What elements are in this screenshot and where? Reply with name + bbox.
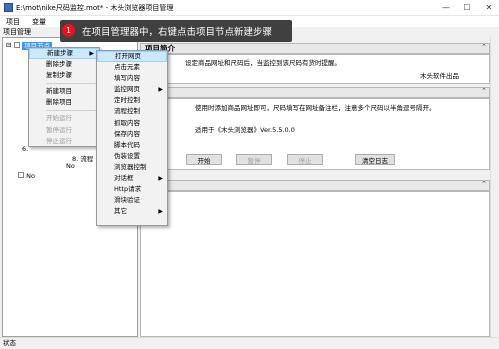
menu-separator xyxy=(46,83,97,85)
annotation-text: 在项目管理器中，右键点击项目节点新建步骤 xyxy=(82,27,273,38)
annotation-number: 1 xyxy=(62,24,75,37)
menu-pause-run[interactable]: 暂停运行 xyxy=(29,125,99,136)
submenu-open-page[interactable]: 打开网页 xyxy=(97,51,167,63)
project-intro-header: 项目简介 xyxy=(140,43,490,54)
app-icon xyxy=(4,3,13,12)
project-intro-author: 木头软件出品 xyxy=(420,72,459,80)
menu-new-step[interactable]: 新建步骤 ▶ xyxy=(29,48,99,60)
submenu-script-code[interactable]: 脚本代码 xyxy=(97,140,167,151)
submenu-scrape-content[interactable]: 抓取内容 xyxy=(97,118,167,129)
project-desc-header: 说明 xyxy=(140,87,490,98)
collapse-desc-button[interactable]: ⌃ xyxy=(481,87,487,95)
submenu-arrow-icon: ▶ xyxy=(158,86,163,94)
submenu-timer-control[interactable]: 定时控制 xyxy=(97,95,167,106)
clear-log-button[interactable]: 清空日志 xyxy=(355,154,395,165)
menu-delete-step[interactable]: 删除步骤 xyxy=(29,59,99,70)
tree-node-bottom-label[interactable]: No xyxy=(26,172,35,180)
submenu-other-label: 其它 xyxy=(114,207,127,216)
main-scrollbar[interactable] xyxy=(490,37,499,337)
start-button[interactable]: 开始 xyxy=(186,154,222,165)
submenu-click-element[interactable]: 点击元素 xyxy=(97,62,167,73)
project-version-text: 适用于《木头浏览器》Ver.5.5.0.0 xyxy=(195,126,295,134)
submenu-monitor-label: 监控网页 xyxy=(114,85,140,94)
menu-separator xyxy=(46,110,97,112)
submenu-dialog[interactable]: 对话框 ▶ xyxy=(97,173,167,184)
tree-node-no[interactable]: No xyxy=(66,162,75,170)
tree-node-checkbox[interactable] xyxy=(18,172,24,178)
submenu-browser-control[interactable]: 浏览器控制 xyxy=(97,162,167,173)
window-title: E:\mot\nike尺码监控.mot* - 木头浏览器项目管理 xyxy=(16,4,174,12)
menu-variable[interactable]: 变量 xyxy=(32,17,46,27)
menu-delete-project[interactable]: 删除项目 xyxy=(29,97,99,108)
tree-node-8[interactable]: 8. 流程 xyxy=(72,153,93,163)
status-bar: 状态 xyxy=(0,337,499,349)
menu-new-step-label: 新建步骤 xyxy=(47,49,73,57)
log-header: 日志 xyxy=(140,180,490,191)
maximize-button[interactable]: ☐ xyxy=(458,0,476,14)
menu-start-run[interactable]: 开始运行 xyxy=(29,113,99,124)
tree-context-menu: 新建步骤 ▶ 删除步骤 复制步骤 新建项目 删除项目 开始运行 暂停运行 停止运行 xyxy=(28,47,100,147)
submenu-disguise-settings[interactable]: 伪装设置 xyxy=(97,151,167,162)
submenu-arrow-icon: ▶ xyxy=(158,175,163,183)
submenu-dialog-label: 对话框 xyxy=(114,174,134,183)
submenu-http-request[interactable]: Http请求 xyxy=(97,184,167,195)
submenu-save-content[interactable]: 保存内容 xyxy=(97,129,167,140)
submenu-arrow-icon: ▶ xyxy=(89,50,94,57)
log-area[interactable] xyxy=(140,191,490,337)
tree-expander-icon[interactable]: ⊟ xyxy=(6,41,11,49)
pause-button[interactable]: 暂停 xyxy=(236,154,272,165)
stop-button[interactable]: 停止 xyxy=(287,154,323,165)
close-button[interactable]: ✕ xyxy=(480,0,498,14)
submenu-arrow-icon: ▶ xyxy=(158,208,163,216)
collapse-log-button[interactable]: ⌃ xyxy=(481,180,487,188)
submenu-fill-content[interactable]: 填写内容 xyxy=(97,73,167,84)
minimize-button[interactable]: — xyxy=(437,0,455,14)
project-desc-text: 使用时添加商品网址即可，尺码填写在网址备注栏，注意多个尺码以半角逗号隔开。 xyxy=(195,104,436,112)
project-intro-text: 设定商品网址和尺码后，当监控到该尺码有货时提醒。 xyxy=(185,59,341,67)
submenu-other[interactable]: 其它 ▶ xyxy=(97,206,167,217)
tree-node-bottom[interactable]: No xyxy=(18,172,35,180)
menu-stop-run[interactable]: 停止运行 xyxy=(29,136,99,147)
submenu-slider-verify[interactable]: 滑块验证 xyxy=(97,195,167,206)
menu-copy-step[interactable]: 复制步骤 xyxy=(29,70,99,81)
collapse-intro-button[interactable]: ⌃ xyxy=(481,43,487,51)
menu-project[interactable]: 项目 xyxy=(6,17,20,27)
new-step-submenu: 打开网页 点击元素 填写内容 监控网页 ▶ 定时控制 流程控制 抓取内容 保存内容… xyxy=(96,50,168,226)
submenu-monitor-page[interactable]: 监控网页 ▶ xyxy=(97,84,167,95)
tree-root-checkbox[interactable] xyxy=(14,42,20,48)
menu-new-project[interactable]: 新建项目 xyxy=(29,86,99,97)
submenu-flow-control[interactable]: 流程控制 xyxy=(97,106,167,117)
